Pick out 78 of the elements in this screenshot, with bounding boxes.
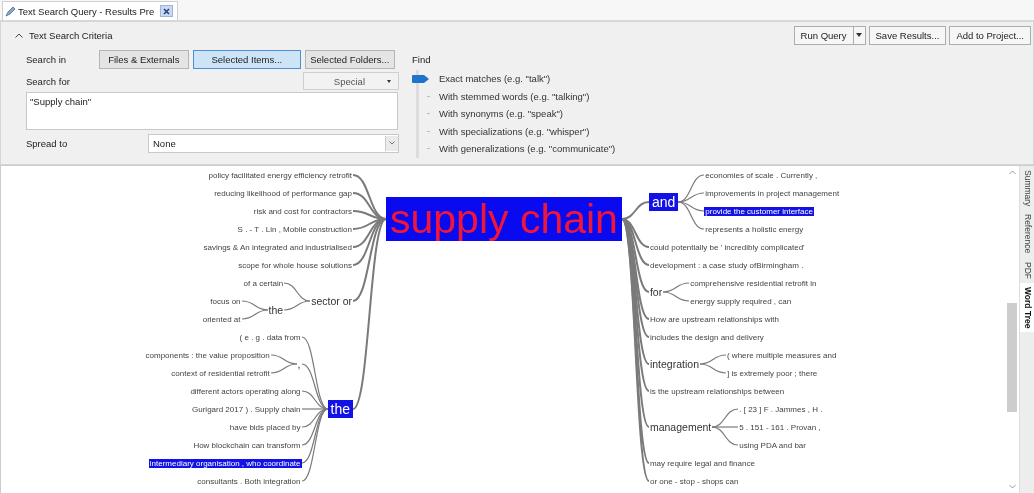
collapse-icon[interactable] — [15, 32, 23, 38]
tree-phrase[interactable]: How blockchain can transform — [192, 440, 302, 450]
slider-thumb[interactable] — [412, 74, 429, 83]
tree-phrase[interactable]: for — [648, 286, 664, 298]
slider-option[interactable]: With synonyms (e.g. "speak") — [439, 108, 563, 120]
action-button[interactable]: Add to Project... — [949, 25, 1031, 45]
caret-icon — [387, 79, 391, 83]
side-tab[interactable]: Word Tree — [1020, 282, 1034, 332]
scope-button[interactable]: Selected Folders... — [304, 49, 395, 69]
tree-phrase[interactable]: sector or — [310, 295, 353, 307]
tree-phrase[interactable]: comprehensive residential retrofit in — [689, 278, 818, 288]
tree-phrase[interactable]: ( where multiple measures and — [726, 350, 838, 360]
spread-dropdown[interactable]: None — [148, 133, 399, 153]
tree-phrase[interactable]: the — [267, 304, 285, 316]
tree-phrase[interactable]: may require legal and finance — [648, 458, 756, 468]
tree-phrase[interactable]: development : a case study ofBirmingham . — [648, 260, 805, 270]
tab-title: Text Search Query - Results Pre — [18, 5, 155, 17]
tree-phrase[interactable]: integration — [648, 358, 700, 370]
document-tab[interactable]: Text Search Query - Results Pre — [2, 1, 179, 20]
scope-button[interactable]: Files & Externals — [98, 49, 190, 69]
tree-phrase[interactable]: reducing likelihood of performance gap — [213, 188, 353, 198]
tree-phrase[interactable]: is the upstream relationships between — [648, 386, 786, 396]
scope-button[interactable]: Selected Items... — [193, 49, 301, 69]
caret-icon — [389, 141, 395, 145]
tree-phrase[interactable]: . [ 23 ] F . Jammes , H . — [738, 404, 824, 414]
tree-phrase[interactable]: or one - stop - shops can — [648, 476, 740, 486]
caret-icon — [856, 33, 862, 37]
tree-phrase[interactable]: improvements in project management — [704, 188, 841, 198]
tree-phrase[interactable]: ( e . g . data from — [238, 332, 302, 342]
tree-phrase[interactable]: savings & An integrated and industrialised — [202, 242, 353, 252]
tree-phrase[interactable]: represents a holistic energy — [704, 224, 805, 234]
tree-phrase[interactable]: ] is extremely poor ; there — [726, 368, 819, 378]
run-query-button[interactable]: Run Query — [793, 25, 854, 45]
highlighted-phrase[interactable]: the — [327, 400, 353, 418]
tree-phrase[interactable]: scope for whole house solutions — [237, 260, 353, 270]
slider-option[interactable]: Exact matches (e.g. "talk") — [439, 73, 551, 85]
section-title: Text Search Criteria — [29, 29, 114, 41]
tree-phrase[interactable]: economies of scale . Currently , — [704, 170, 819, 180]
tree-phrase[interactable]: management — [648, 421, 713, 433]
tree-phrase[interactable]: have bids placed by — [228, 422, 302, 432]
slider-option[interactable]: With stemmed words (e.g. "talking") — [439, 90, 590, 102]
pen-icon — [5, 5, 16, 17]
slider-option[interactable]: With generalizations (e.g. "communicate") — [439, 143, 616, 155]
field-label: Spread to — [26, 137, 69, 149]
tree-phrase[interactable]: Gurigard 2017 ) . Supply chain — [191, 404, 302, 414]
field-label: Find — [412, 53, 431, 65]
special-dropdown[interactable]: Special — [303, 72, 399, 90]
tree-phrase[interactable]: consultants . Both integration — [196, 476, 302, 486]
field-label: Search for — [26, 75, 70, 87]
scroll-thumb[interactable] — [1007, 303, 1017, 412]
action-button[interactable]: Save Results... — [868, 25, 947, 45]
slider-option[interactable]: With specializations (e.g. "whisper") — [439, 125, 590, 137]
tree-phrase[interactable]: policy facilitated energy efficiency retrofit — [207, 170, 353, 180]
tree-phrase[interactable]: How are upstream relationships with — [648, 314, 780, 324]
close-button[interactable] — [160, 5, 174, 17]
tree-phrase[interactable]: includes the design and delivery — [648, 332, 765, 342]
tree-phrase[interactable]: different actors operating along — [189, 386, 302, 396]
tree-phrase[interactable]: , — [296, 358, 302, 370]
tree-phrase[interactable]: using PDA and bar — [738, 440, 807, 450]
side-tab[interactable]: Reference — [1020, 210, 1034, 258]
side-tab[interactable]: Summary — [1020, 166, 1034, 211]
highlighted-phrase[interactable]: intermediary organisation , who coordinate — [148, 458, 302, 468]
tree-phrase[interactable]: could potentially be ' incredibly complicated' — [648, 242, 806, 252]
tree-phrase[interactable]: of a certain — [242, 278, 285, 288]
tree-phrase[interactable]: context of residential retrofit — [170, 368, 271, 378]
tree-phrase[interactable]: focus on — [209, 296, 242, 306]
field-label: Search in — [26, 53, 68, 65]
search-field[interactable]: "Supply chain" — [26, 92, 398, 130]
side-tab[interactable]: PDF — [1020, 257, 1034, 283]
tree-phrase[interactable]: components : the value proposition — [144, 350, 271, 360]
highlighted-phrase[interactable]: provide the customer interface — [704, 206, 814, 216]
tree-phrase[interactable]: oriented at — [201, 314, 242, 324]
tree-phrase[interactable]: risk and cost for contractors — [252, 206, 353, 216]
tree-phrase[interactable]: energy supply required , can — [689, 296, 793, 306]
close-icon — [163, 7, 171, 15]
tree-phrase[interactable]: S . - T . Lin , Mobile construction — [236, 224, 353, 234]
highlighted-phrase[interactable]: and — [648, 193, 679, 211]
tree-phrase[interactable]: 5 . 151 - 161 . Provan , — [738, 422, 822, 432]
